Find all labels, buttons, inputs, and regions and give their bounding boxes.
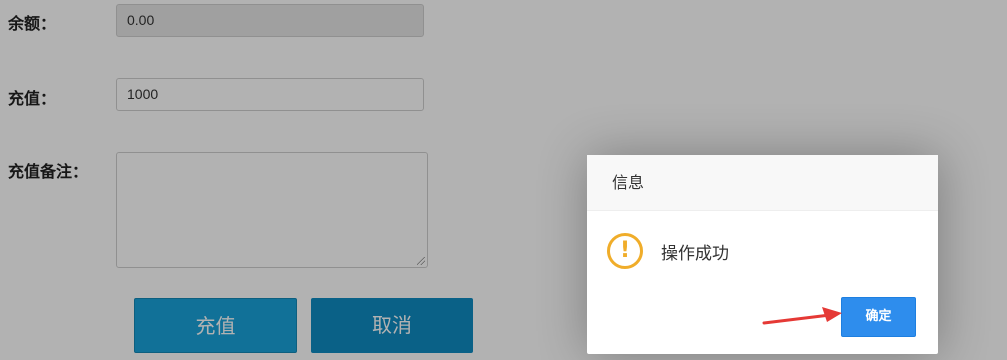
- confirm-button[interactable]: 确定: [841, 297, 916, 337]
- red-arrow-icon: [762, 307, 842, 325]
- dialog-title: 信息: [587, 155, 938, 211]
- dialog-message: 操作成功: [661, 244, 729, 264]
- dialog-body: ! 操作成功: [587, 211, 938, 299]
- warning-icon: !: [607, 233, 643, 269]
